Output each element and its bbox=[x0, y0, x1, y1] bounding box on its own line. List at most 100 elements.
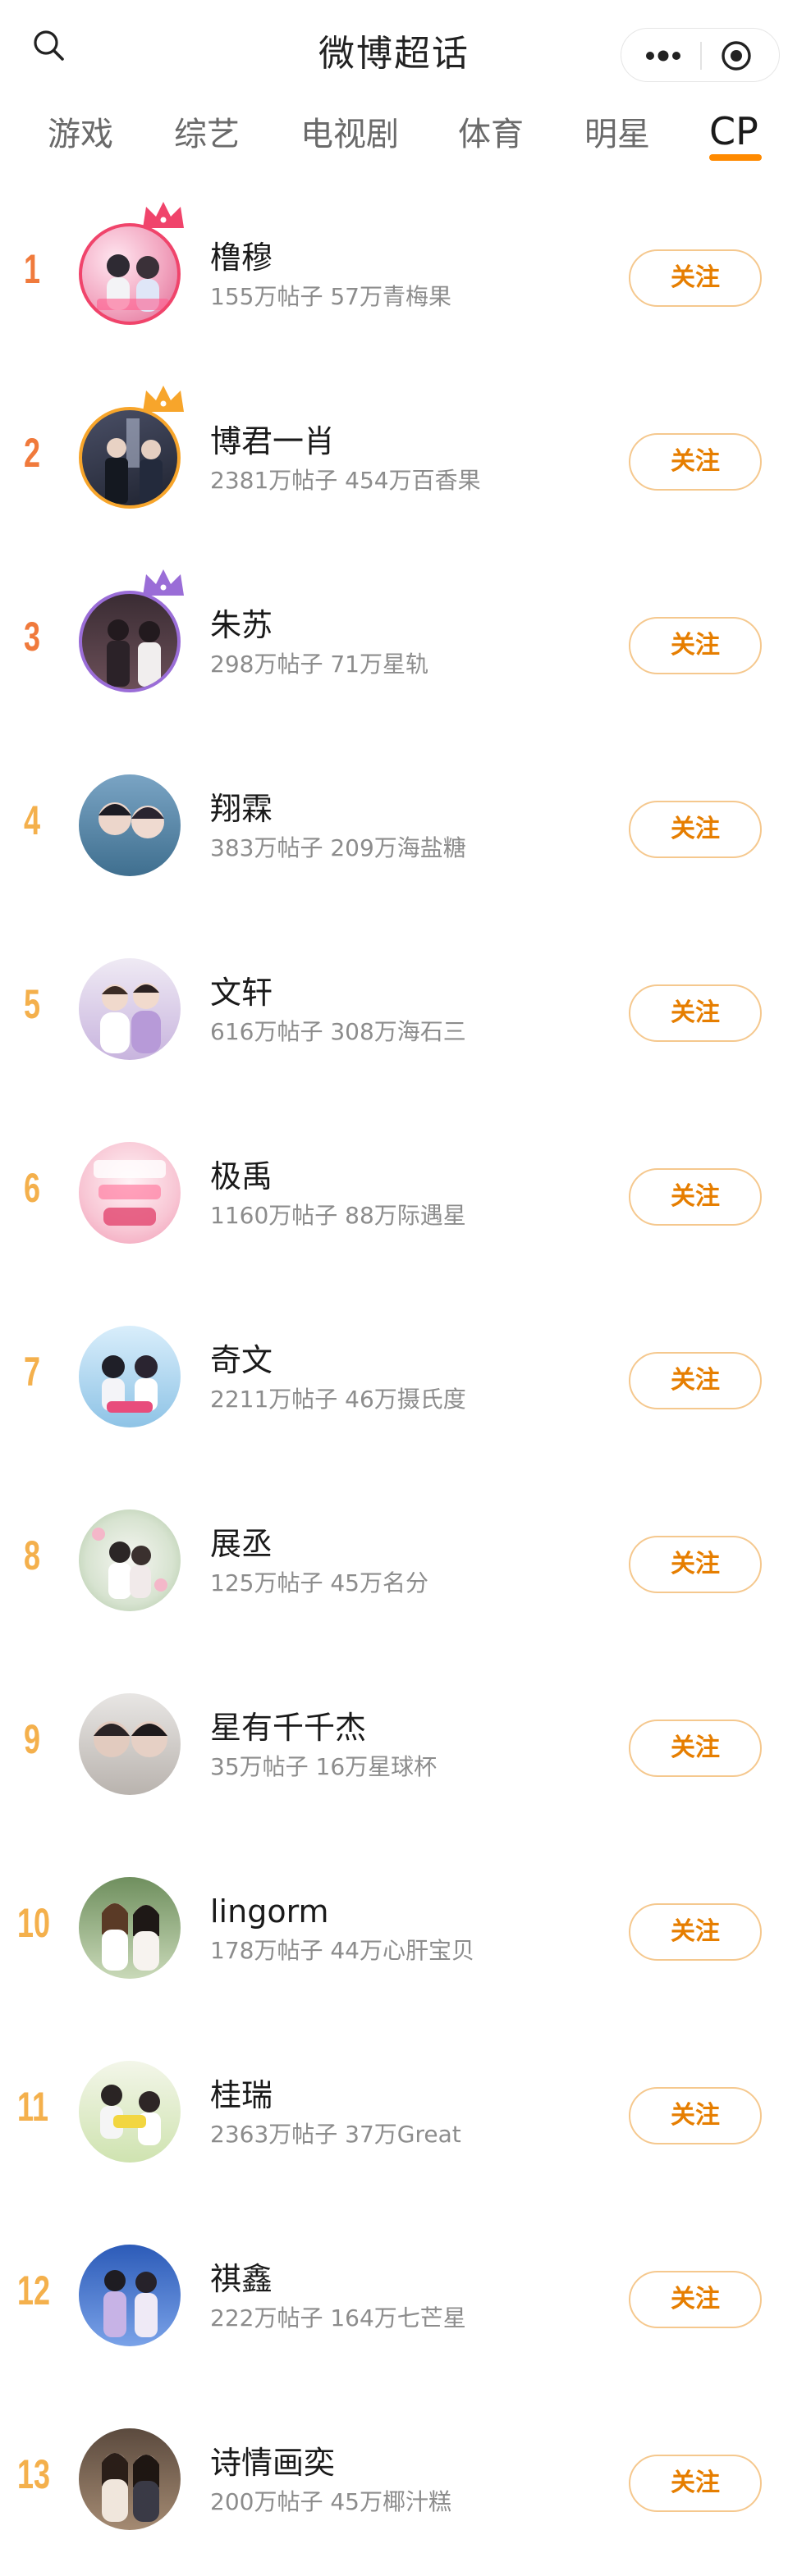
topic-stats: 2363万帖子 37万Great bbox=[210, 2121, 461, 2148]
topic-name: 桂瑞 bbox=[210, 2077, 273, 2113]
tab-games[interactable]: 游戏 bbox=[48, 113, 113, 156]
rank-number: 12 bbox=[17, 2268, 51, 2313]
follow-button[interactable]: 关注 bbox=[629, 2455, 762, 2512]
list-item[interactable]: 13 诗情画奕 200万帖子 45万椰汁糕 关注 bbox=[0, 2392, 788, 2576]
topic-name: 极禹 bbox=[210, 1158, 273, 1194]
topic-name: 祺鑫 bbox=[210, 2261, 273, 2297]
list-item[interactable]: 12 祺鑫 222万帖子 164万七芒星 关注 bbox=[0, 2208, 788, 2392]
follow-button[interactable]: 关注 bbox=[629, 433, 762, 491]
more-icon[interactable] bbox=[643, 46, 684, 66]
rank-number: 11 bbox=[17, 2084, 49, 2130]
tab-cp[interactable]: CP bbox=[709, 110, 758, 153]
topic-name: 朱苏 bbox=[210, 607, 273, 643]
avatar-container bbox=[79, 2061, 181, 2163]
list-item[interactable]: 8 展丞 125万帖子 45万名分 关注 bbox=[0, 1473, 788, 1657]
topic-stats: 2381万帖子 454万百香果 bbox=[210, 467, 481, 494]
rank-number: 7 bbox=[23, 1349, 41, 1395]
topic-stats: 200万帖子 45万椰汁糕 bbox=[210, 2488, 451, 2515]
topic-stats: 2211万帖子 46万摄氏度 bbox=[210, 1386, 466, 1413]
rank-number: 3 bbox=[23, 614, 41, 660]
avatar[interactable] bbox=[79, 2245, 181, 2346]
topic-stats: 1160万帖子 88万际遇星 bbox=[210, 1202, 466, 1229]
follow-button[interactable]: 关注 bbox=[629, 1168, 762, 1226]
avatar[interactable] bbox=[79, 774, 181, 876]
topic-name: 文轩 bbox=[210, 975, 273, 1011]
list-item[interactable]: 7 奇文 2211万帖子 46万摄氏度 关注 bbox=[0, 1290, 788, 1473]
topic-stats: 125万帖子 45万名分 bbox=[210, 1569, 428, 1596]
avatar[interactable] bbox=[79, 1877, 181, 1979]
follow-button[interactable]: 关注 bbox=[629, 2271, 762, 2328]
follow-button[interactable]: 关注 bbox=[629, 1352, 762, 1409]
capsule-divider bbox=[700, 42, 702, 70]
follow-button[interactable]: 关注 bbox=[629, 1903, 762, 1961]
crown-icon bbox=[143, 202, 184, 228]
topic-name: 展丞 bbox=[210, 1526, 273, 1562]
follow-button[interactable]: 关注 bbox=[629, 984, 762, 1042]
avatar[interactable] bbox=[79, 407, 181, 509]
tab-tv-drama[interactable]: 电视剧 bbox=[300, 113, 399, 156]
list-item[interactable]: 3 朱苏 298万帖子 71万星轨 关注 bbox=[0, 555, 788, 738]
avatar[interactable] bbox=[79, 591, 181, 692]
tab-variety[interactable]: 综艺 bbox=[174, 113, 240, 156]
avatar[interactable] bbox=[79, 958, 181, 1060]
follow-button[interactable]: 关注 bbox=[629, 617, 762, 674]
avatar-container bbox=[79, 1877, 181, 1979]
list-item[interactable]: 9 星有千千杰 35万帖子 16万星球杯 关注 bbox=[0, 1657, 788, 1841]
topic-name: lingorm bbox=[210, 1893, 329, 1930]
avatar-container bbox=[79, 2428, 181, 2530]
topic-stats: 35万帖子 16万星球杯 bbox=[210, 1753, 438, 1780]
target-icon[interactable] bbox=[720, 39, 753, 72]
tab-stars[interactable]: 明星 bbox=[584, 113, 650, 156]
rank-number: 13 bbox=[17, 2451, 51, 2497]
rank-number: 1 bbox=[23, 246, 41, 292]
avatar[interactable] bbox=[79, 1326, 181, 1427]
rank-number: 6 bbox=[23, 1165, 41, 1211]
avatar-container bbox=[79, 1693, 181, 1795]
avatar[interactable] bbox=[79, 2061, 181, 2163]
list-item[interactable]: 10 lingorm 178万帖子 44万心肝宝贝 关注 bbox=[0, 1841, 788, 2025]
topic-stats: 222万帖子 164万七芒星 bbox=[210, 2304, 466, 2332]
avatar-container bbox=[79, 1142, 181, 1244]
list-item[interactable]: 6 极禹 1160万帖子 88万际遇星 关注 bbox=[0, 1106, 788, 1290]
avatar-container bbox=[79, 386, 184, 509]
topic-stats: 298万帖子 71万星轨 bbox=[210, 651, 428, 678]
topic-stats: 178万帖子 44万心肝宝贝 bbox=[210, 1937, 474, 1964]
avatar[interactable] bbox=[79, 1510, 181, 1611]
header-bar: 微博超话 bbox=[0, 0, 788, 107]
tab-sports[interactable]: 体育 bbox=[458, 113, 524, 156]
avatar-container bbox=[79, 1326, 181, 1427]
active-tab-indicator bbox=[709, 154, 762, 161]
follow-button[interactable]: 关注 bbox=[629, 1720, 762, 1777]
follow-button[interactable]: 关注 bbox=[629, 801, 762, 858]
avatar-container bbox=[79, 1510, 181, 1611]
topic-name: 奇文 bbox=[210, 1342, 273, 1378]
rank-number: 4 bbox=[23, 797, 41, 843]
topic-name: 诗情画奕 bbox=[210, 2445, 336, 2481]
rank-number: 5 bbox=[23, 981, 41, 1027]
rank-number: 9 bbox=[23, 1716, 41, 1762]
category-tabs: 游戏 综艺 电视剧 体育 明星 CP bbox=[0, 107, 788, 172]
list-item[interactable]: 5 文轩 616万帖子 308万海石三 关注 bbox=[0, 922, 788, 1106]
avatar-container bbox=[79, 569, 184, 692]
avatar[interactable] bbox=[79, 2428, 181, 2530]
mini-program-capsule bbox=[621, 28, 780, 82]
topic-name: 博君一肖 bbox=[210, 423, 336, 459]
topic-stats: 383万帖子 209万海盐糖 bbox=[210, 834, 466, 861]
avatar-container bbox=[79, 202, 184, 325]
follow-button[interactable]: 关注 bbox=[629, 2087, 762, 2144]
rank-number: 2 bbox=[23, 430, 41, 476]
list-item[interactable]: 4 翔霖 383万帖子 209万海盐糖 关注 bbox=[0, 738, 788, 922]
avatar-container bbox=[79, 2245, 181, 2346]
topic-stats: 155万帖子 57万青梅果 bbox=[210, 283, 451, 310]
list-item[interactable]: 11 桂瑞 2363万帖子 37万Great 关注 bbox=[0, 2025, 788, 2208]
follow-button[interactable]: 关注 bbox=[629, 249, 762, 307]
avatar[interactable] bbox=[79, 223, 181, 325]
avatar[interactable] bbox=[79, 1142, 181, 1244]
topic-stats: 616万帖子 308万海石三 bbox=[210, 1018, 466, 1045]
rank-number: 8 bbox=[23, 1532, 41, 1578]
topic-name: 星有千千杰 bbox=[210, 1710, 367, 1746]
follow-button[interactable]: 关注 bbox=[629, 1536, 762, 1593]
list-item[interactable]: 2 博君一肖 2381万帖子 454万百香果 关注 bbox=[0, 371, 788, 555]
avatar[interactable] bbox=[79, 1693, 181, 1795]
list-item[interactable]: 1 橹穆 155万帖子 57万青梅果 关注 bbox=[0, 187, 788, 371]
